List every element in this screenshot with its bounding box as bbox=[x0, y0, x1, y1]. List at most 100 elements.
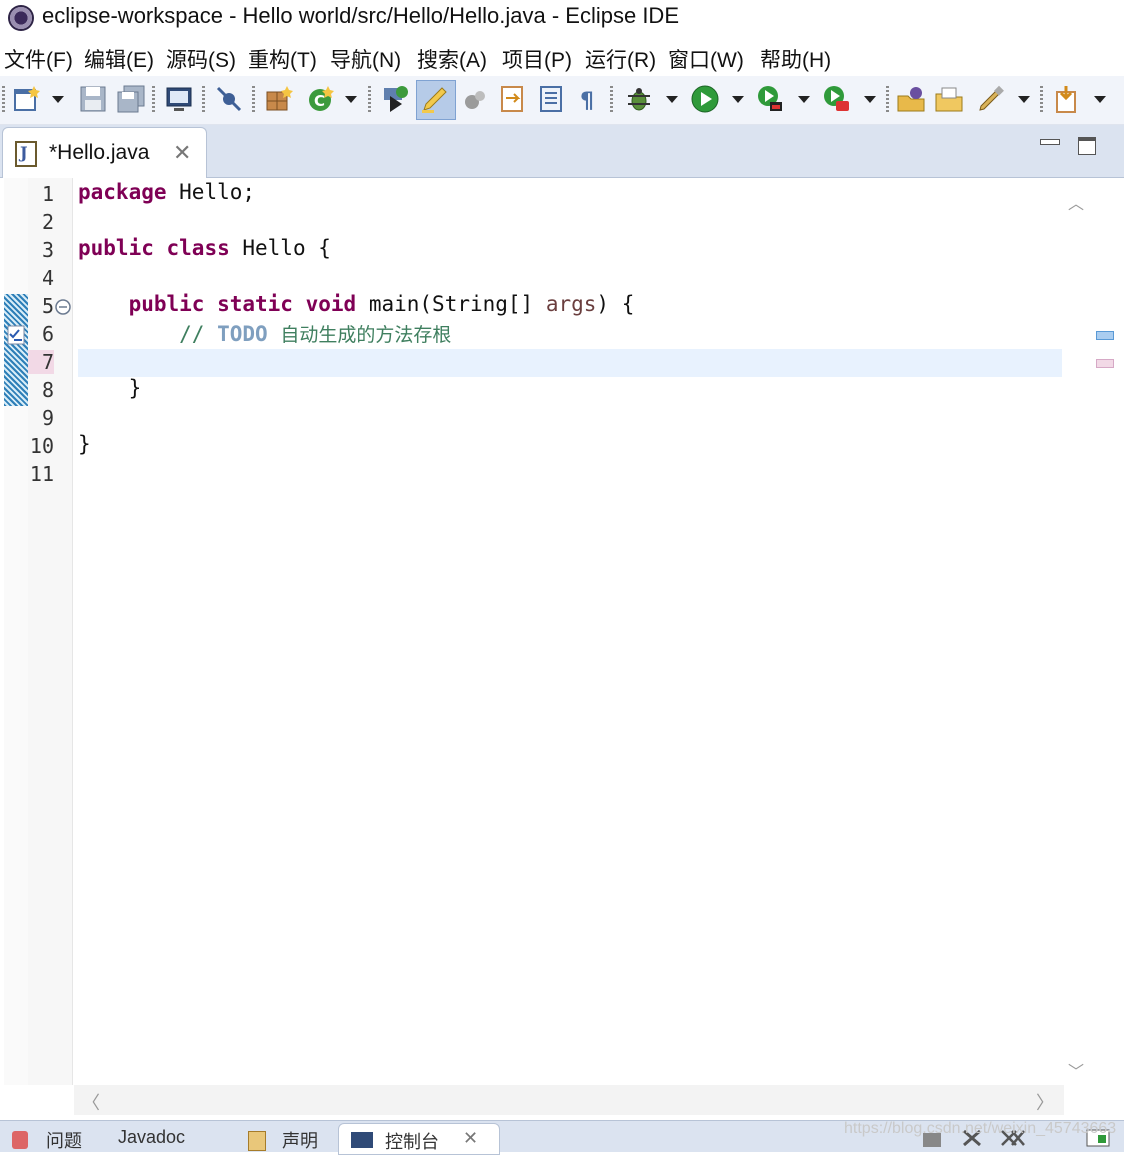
line-number: 9 bbox=[41, 406, 54, 430]
open-project-icon[interactable] bbox=[896, 84, 926, 114]
code-line: public static void main(String[] args) { bbox=[128, 292, 635, 316]
menu-search[interactable]: 搜索(A) bbox=[417, 44, 487, 74]
declaration-icon bbox=[248, 1131, 266, 1151]
toolbar-separator bbox=[152, 86, 155, 112]
close-icon[interactable]: ✕ bbox=[463, 1128, 478, 1149]
line-number: 8 bbox=[41, 378, 54, 402]
svg-text:¶: ¶ bbox=[580, 89, 594, 114]
toolbar-separator bbox=[1040, 86, 1043, 112]
new-wizard-icon[interactable] bbox=[12, 84, 42, 114]
run-icon[interactable] bbox=[690, 84, 720, 114]
current-line-number: 7 bbox=[28, 350, 54, 374]
menu-help[interactable]: 帮助(H) bbox=[760, 44, 831, 74]
tools-dropdown-arrow[interactable] bbox=[1018, 96, 1030, 103]
open-type-icon[interactable] bbox=[264, 84, 294, 114]
line-number: 1 bbox=[41, 182, 54, 206]
menu-file[interactable]: 文件(F) bbox=[4, 44, 73, 74]
external-tools-icon[interactable] bbox=[976, 84, 1006, 114]
save-icon[interactable] bbox=[78, 84, 108, 114]
debug-launch-icon[interactable] bbox=[380, 84, 410, 114]
tab-console-label: 控制台 bbox=[385, 1132, 439, 1152]
watermark-text: https://blog.csdn.net/weixin_45743663 bbox=[844, 1120, 1117, 1137]
maximize-button[interactable] bbox=[1078, 137, 1096, 155]
overview-task-marker[interactable] bbox=[1096, 331, 1114, 340]
new-class-dropdown-arrow[interactable] bbox=[345, 96, 357, 103]
open-folder-icon[interactable] bbox=[934, 84, 964, 114]
horizontal-scrollbar[interactable]: 〈 〉 bbox=[74, 1085, 1064, 1115]
window-title: eclipse-workspace - Hello world/src/Hell… bbox=[42, 3, 679, 28]
tab-console[interactable]: 控制台 ✕ bbox=[338, 1123, 500, 1155]
terminal-icon[interactable] bbox=[164, 84, 194, 114]
save-all-icon[interactable] bbox=[116, 84, 146, 114]
tab-problems[interactable]: 问题 bbox=[46, 1127, 82, 1153]
title-bar: eclipse-workspace - Hello world/src/Hell… bbox=[0, 0, 1124, 34]
toolbar-separator bbox=[610, 86, 613, 112]
debug-icon[interactable] bbox=[624, 84, 654, 114]
run-last-tool-icon[interactable] bbox=[822, 84, 852, 114]
scroll-right-icon[interactable]: 〉 bbox=[1036, 1089, 1054, 1115]
tab-javadoc[interactable]: Javadoc bbox=[118, 1127, 185, 1148]
overview-ruler[interactable] bbox=[1092, 178, 1120, 1085]
toolbar-separator bbox=[368, 86, 371, 112]
next-edit-dropdown-arrow[interactable] bbox=[1094, 96, 1106, 103]
toolbar-separator bbox=[2, 86, 5, 112]
line-number: 11 bbox=[29, 462, 54, 486]
console-icon bbox=[351, 1132, 373, 1148]
next-edit-icon[interactable] bbox=[1052, 84, 1082, 114]
skip-breakpoints-icon[interactable] bbox=[214, 84, 244, 114]
task-marker-icon[interactable] bbox=[4, 323, 28, 347]
scroll-up-icon[interactable]: ︿ bbox=[1068, 190, 1084, 214]
problems-icon bbox=[12, 1131, 28, 1149]
line-number: 6 bbox=[41, 322, 54, 346]
menu-bar: 文件(F) 编辑(E) 源码(S) 重构(T) 导航(N) 搜索(A) 项目(P… bbox=[0, 40, 1124, 74]
java-file-icon: J bbox=[15, 141, 37, 167]
main-toolbar: C ¶ bbox=[0, 76, 1124, 125]
minimize-button[interactable] bbox=[1040, 139, 1060, 145]
next-annotation-icon[interactable] bbox=[498, 84, 528, 114]
menu-window[interactable]: 窗口(W) bbox=[668, 44, 744, 74]
run-dropdown-arrow[interactable] bbox=[732, 96, 744, 103]
menu-project[interactable]: 项目(P) bbox=[502, 44, 572, 74]
editor-tab-label: *Hello.java bbox=[49, 141, 150, 164]
change-marker bbox=[4, 294, 28, 406]
new-dropdown-arrow[interactable] bbox=[52, 96, 64, 103]
line-number: 2 bbox=[41, 210, 54, 234]
menu-navigate[interactable]: 导航(N) bbox=[330, 44, 401, 74]
mark-occurrences-icon[interactable] bbox=[420, 84, 450, 114]
editor-tab-strip: J *Hello.java ✕ bbox=[0, 125, 1124, 178]
coverage-icon[interactable] bbox=[756, 84, 786, 114]
line-number-ruler: 1 2 3 4 5 6 7 8 9 10 11 bbox=[28, 178, 73, 1085]
show-whitespace-icon[interactable]: ¶ bbox=[574, 84, 604, 114]
editor-tab-hello-java[interactable]: J *Hello.java ✕ bbox=[2, 127, 207, 178]
menu-refactor[interactable]: 重构(T) bbox=[248, 44, 317, 74]
scroll-down-icon[interactable]: ﹀ bbox=[1068, 1058, 1084, 1082]
svg-text:C: C bbox=[314, 92, 325, 110]
code-editor[interactable]: 1 2 3 4 5 6 7 8 9 10 11 package Hello; p… bbox=[0, 178, 1124, 1118]
debug-dropdown-arrow[interactable] bbox=[666, 96, 678, 103]
menu-source[interactable]: 源码(S) bbox=[166, 44, 236, 74]
coverage-dropdown-arrow[interactable] bbox=[798, 96, 810, 103]
block-selection-icon[interactable] bbox=[536, 84, 566, 114]
code-line: } bbox=[78, 376, 142, 400]
code-line: package Hello; bbox=[78, 180, 256, 204]
toolbar-separator bbox=[886, 86, 889, 112]
close-icon[interactable]: ✕ bbox=[173, 140, 191, 166]
code-text[interactable]: package Hello; public class Hello { publ… bbox=[78, 178, 1062, 1085]
line-number: 5 bbox=[41, 294, 54, 318]
scroll-left-icon[interactable]: 〈 bbox=[82, 1089, 100, 1115]
toggle-comment-icon[interactable] bbox=[460, 84, 490, 114]
menu-run[interactable]: 运行(R) bbox=[585, 44, 656, 74]
new-java-class-icon[interactable]: C bbox=[306, 84, 336, 114]
menu-edit[interactable]: 编辑(E) bbox=[84, 44, 154, 74]
line-number: 3 bbox=[41, 238, 54, 262]
toolbar-separator bbox=[252, 86, 255, 112]
eclipse-logo-icon bbox=[8, 5, 34, 31]
code-line: public class Hello { bbox=[78, 236, 331, 260]
overview-change-marker[interactable] bbox=[1096, 359, 1114, 368]
code-line: } bbox=[78, 432, 91, 456]
line-number: 4 bbox=[41, 266, 54, 290]
line-number: 10 bbox=[29, 434, 54, 458]
tab-declaration[interactable]: 声明 bbox=[282, 1127, 318, 1153]
fold-collapse-icon[interactable] bbox=[54, 298, 72, 316]
external-run-dropdown-arrow[interactable] bbox=[864, 96, 876, 103]
